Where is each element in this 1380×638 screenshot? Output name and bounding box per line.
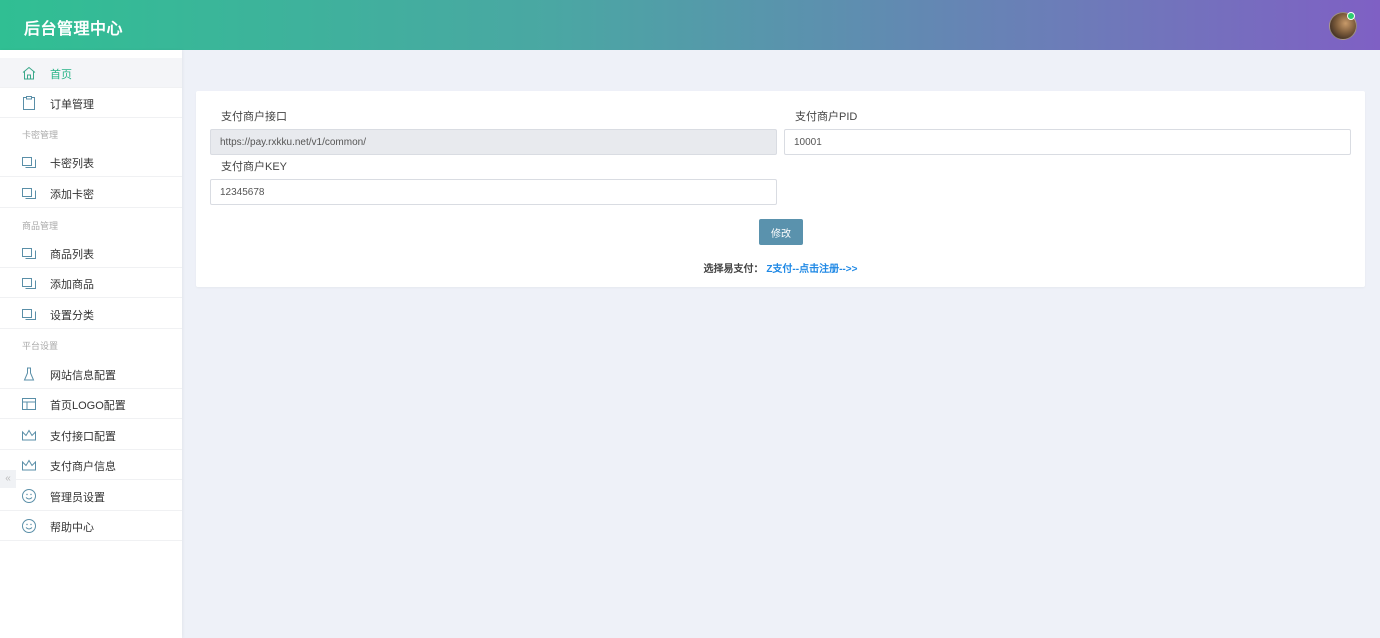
smile-icon — [22, 519, 36, 533]
sidebar-item-label: 订单管理 — [50, 99, 94, 111]
sidebar-item-add-card[interactable]: 添加卡密 — [0, 178, 182, 208]
sidebar-item-product-list[interactable]: 商品列表 — [0, 238, 182, 268]
sidebar-item-label: 商品列表 — [50, 249, 94, 261]
modify-button[interactable]: 修改 — [759, 219, 803, 245]
sidebar-item-label: 添加卡密 — [50, 189, 94, 201]
copy-icon — [22, 248, 36, 259]
merchant-config-card: 支付商户接口 支付商户PID 支付商户KEY 修改 选择易支付： Z支付--点击… — [196, 91, 1365, 287]
section-title-cards: 卡密管理 — [22, 130, 59, 140]
home-icon — [22, 66, 36, 80]
sidebar-collapse-toggle[interactable]: « — [0, 470, 16, 488]
app-title: 后台管理中心 — [24, 21, 124, 38]
payment-note-prefix: 选择易支付： — [703, 264, 764, 275]
payment-note: 选择易支付： Z支付--点击注册-->> — [196, 260, 1365, 275]
sidebar-item-help[interactable]: 帮助中心 — [0, 511, 182, 541]
merchant-key-label: 支付商户KEY — [221, 161, 288, 173]
merchant-pid-label: 支付商户PID — [795, 111, 858, 123]
copy-icon — [22, 188, 36, 199]
clipboard-icon — [23, 96, 35, 110]
merchant-pid-input[interactable] — [784, 129, 1351, 155]
sidebar-item-admin-settings[interactable]: 管理员设置 — [0, 481, 182, 511]
sidebar-item-label: 支付接口配置 — [50, 431, 116, 443]
sidebar-item-label: 添加商品 — [50, 279, 94, 291]
sidebar-item-label: 管理员设置 — [50, 492, 105, 504]
register-link[interactable]: Z支付--点击注册-->> — [766, 264, 857, 275]
crown-icon — [22, 429, 36, 441]
copy-icon — [22, 309, 36, 320]
sidebar-item-home[interactable]: 首页 — [0, 58, 182, 88]
flask-icon — [23, 367, 35, 381]
sidebar-item-label: 首页 — [50, 69, 72, 81]
merchant-key-input[interactable] — [210, 179, 777, 205]
sidebar-item-label: 设置分类 — [50, 310, 94, 322]
copy-icon — [22, 278, 36, 289]
copy-icon — [22, 157, 36, 168]
smile-icon — [22, 489, 36, 503]
sidebar-item-orders[interactable]: 订单管理 — [0, 88, 182, 118]
sidebar-item-categories[interactable]: 设置分类 — [0, 299, 182, 329]
top-header: 后台管理中心 — [0, 0, 1380, 50]
sidebar-item-add-product[interactable]: 添加商品 — [0, 268, 182, 298]
sidebar-item-site-config[interactable]: 网站信息配置 — [0, 359, 182, 389]
section-title-platform: 平台设置 — [22, 341, 59, 351]
crown-icon — [22, 459, 36, 471]
section-title-products: 商品管理 — [22, 221, 59, 231]
sidebar: 首页 订单管理 卡密管理 卡密列表 添加卡密 商品管理 商品列表 添加商品 设置… — [0, 50, 182, 638]
api-url-label: 支付商户接口 — [221, 111, 287, 123]
sidebar-item-card-list[interactable]: 卡密列表 — [0, 147, 182, 177]
layout-icon — [22, 398, 36, 410]
sidebar-item-label: 卡密列表 — [50, 158, 94, 170]
sidebar-item-label: 帮助中心 — [50, 522, 94, 534]
sidebar-item-merchant-info[interactable]: 支付商户信息 — [0, 450, 182, 480]
sidebar-item-label: 首页LOGO配置 — [50, 400, 126, 412]
online-status-dot — [1347, 12, 1355, 20]
sidebar-item-label: 网站信息配置 — [50, 370, 116, 382]
sidebar-item-payment-api[interactable]: 支付接口配置 — [0, 420, 182, 450]
sidebar-item-logo-config[interactable]: 首页LOGO配置 — [0, 389, 182, 419]
api-url-input[interactable] — [210, 129, 777, 155]
sidebar-item-label: 支付商户信息 — [50, 461, 116, 473]
